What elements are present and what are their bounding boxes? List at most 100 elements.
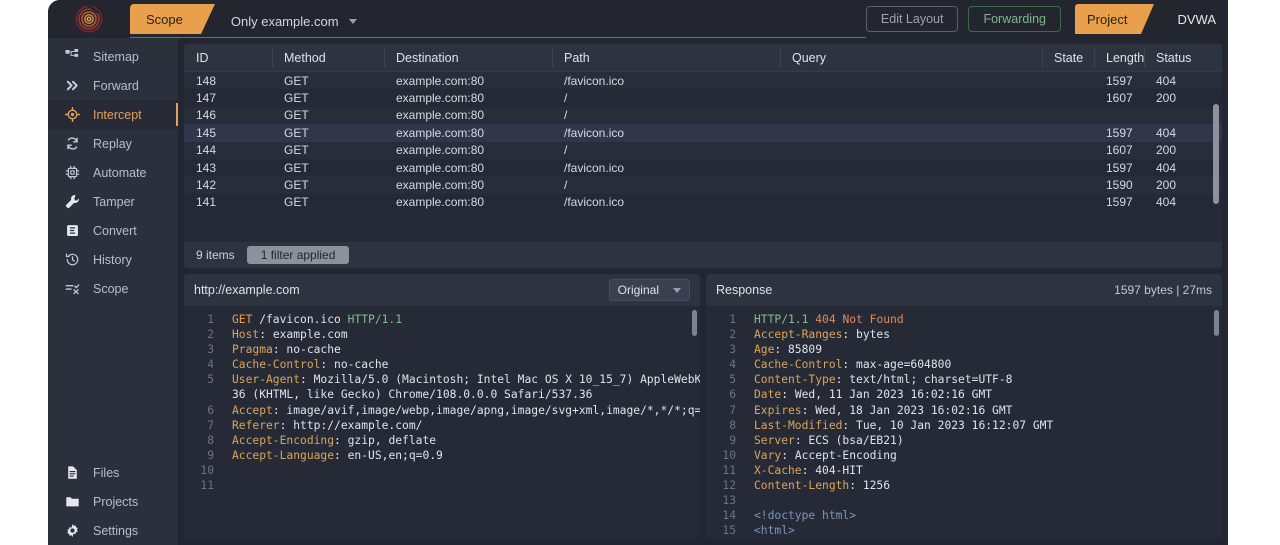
scope-filter-dropdown[interactable]: Only example.com (201, 4, 371, 38)
code-text: User-Agent: Mozilla/5.0 (Macintosh; Inte… (232, 373, 700, 387)
tab-scope[interactable]: Scope (130, 4, 215, 34)
response-title: Response (716, 283, 773, 297)
response-code-viewer[interactable]: 1 HTTP/1.1 404 Not Found 2 Accept-Ranges: b… (706, 306, 1222, 539)
code-line: 16<head> (706, 538, 1222, 539)
sidebar-item-convert[interactable]: Convert (48, 216, 178, 245)
code-text: GET /favicon.ico HTTP/1.1 (232, 313, 403, 326)
sidebar-item-tamper[interactable]: Tamper (48, 187, 178, 216)
sidebar-item-replay[interactable]: Replay (48, 129, 178, 158)
tab-dvwa[interactable]: DVWA (1151, 4, 1228, 34)
cell-destination: example.com:80 (396, 160, 485, 175)
table-row[interactable]: 143 GET example.com:80/favicon.ico 1597 404 (184, 158, 1222, 177)
cell-length: 1597 (1106, 160, 1133, 175)
cell-method: GET (284, 143, 309, 158)
line-number: 10 (722, 448, 736, 462)
table-row[interactable]: 146 GET example.com:80 / (184, 106, 1222, 125)
sidebar-item-label: Intercept (93, 107, 142, 122)
code-text: Server: ECS (bsa/EB21) (754, 433, 904, 447)
sidebar-item-label: Settings (93, 523, 139, 538)
line-number: 14 (722, 509, 736, 523)
table-row[interactable]: 148 GET example.com:80/favicon.ico 1597 404 (184, 72, 1222, 90)
table-vertical-scrollbar[interactable] (1213, 104, 1219, 204)
sidebar-item-scope[interactable]: Scope (48, 274, 178, 303)
sidebar-item-intercept[interactable]: Intercept (48, 100, 178, 129)
request-view-mode-select[interactable]: Original (608, 279, 690, 301)
column-header-method[interactable]: Method (272, 44, 384, 72)
sidebar-item-projects[interactable]: Projects (48, 487, 178, 516)
column-header-id[interactable]: ID (184, 44, 272, 72)
cell-method: GET (284, 195, 309, 210)
code-text: Cache-Control: max-age=604800 (754, 358, 952, 372)
edit-layout-button[interactable]: Edit Layout (865, 6, 959, 32)
filter-applied-chip[interactable]: 1 filter applied (246, 246, 350, 264)
fingerprint-logo-icon (75, 5, 103, 33)
sidebar-item-automate[interactable]: Automate (48, 158, 178, 187)
sitemap-icon (64, 48, 81, 65)
cell-length: 1590 (1106, 178, 1133, 193)
code-line: 15 <html> (706, 523, 1222, 538)
cell-id: 141 (196, 195, 217, 210)
tab-project-label: Project (1087, 11, 1128, 27)
request-code-viewer[interactable]: 1 GET /favicon.ico HTTP/1.1 2 Host: example… (184, 306, 700, 539)
code-line: 1 GET /favicon.ico HTTP/1.1 (184, 312, 700, 327)
code-line: 9 Server: ECS (bsa/EB21) (706, 433, 1222, 448)
item-count-label: 9 items (196, 248, 235, 262)
code-line: 5 User-Agent: Mozilla/5.0 (Macintosh; Int… (184, 372, 700, 387)
line-number: 7 (729, 403, 736, 417)
code-text: Pragma: no-cache (232, 343, 341, 357)
column-header-status[interactable]: Status (1144, 44, 1222, 72)
gear-icon (64, 522, 81, 539)
table-row[interactable]: 147 GET example.com:80 / 1607 200 (184, 89, 1222, 107)
sidebar-item-files[interactable]: Files (48, 458, 178, 487)
code-line: 1 HTTP/1.1 404 Not Found (706, 312, 1222, 327)
cell-method: GET (284, 108, 309, 123)
cell-status: 200 (1156, 143, 1177, 158)
cell-length: 1607 (1106, 91, 1133, 106)
code-text: Referer: http://example.com/ (232, 418, 423, 432)
line-number: 10 (200, 463, 214, 477)
table-row[interactable]: 145 GET example.com:80/favicon.ico 1597 404 (184, 124, 1222, 142)
line-number: 2 (207, 328, 214, 342)
sidebar-item-history[interactable]: History (48, 245, 178, 274)
column-header-destination[interactable]: Destination (384, 44, 552, 72)
folder-icon (64, 493, 81, 510)
code-line: 5 Content-Type: text/html; charset=UTF-8 (706, 372, 1222, 387)
response-meta: 1597 bytes | 27ms (1114, 283, 1212, 297)
table-row[interactable]: 144 GET example.com:80 / 1607 200 (184, 141, 1222, 159)
code-line: 11 (184, 478, 700, 493)
scope-icon (64, 280, 81, 297)
table-body[interactable]: 148 GET example.com:80/favicon.ico 1597 404 1… (184, 72, 1222, 242)
table-row[interactable]: 142 GET example.com:80 / 1590 200 (184, 176, 1222, 194)
request-scrollbar[interactable] (692, 310, 697, 336)
code-text: HTTP/1.1 404 Not Found (754, 313, 904, 326)
code-text: Content-Type: text/html; charset=UTF-8 (754, 373, 1013, 387)
sidebar-item-settings[interactable]: Settings (48, 516, 178, 545)
cell-id: 147 (196, 91, 217, 106)
cell-method: GET (284, 91, 309, 106)
code-text: <head> (746, 538, 795, 539)
code-line: 2 Host: example.com (184, 327, 700, 342)
cell-path: / (564, 91, 568, 106)
response-scrollbar[interactable] (1214, 310, 1219, 336)
tab-project[interactable]: Project (1075, 4, 1156, 34)
wrench-icon (64, 193, 81, 210)
forwarding-button[interactable]: Forwarding (968, 6, 1061, 32)
cell-method: GET (284, 73, 309, 88)
column-header-length[interactable]: Length (1094, 44, 1144, 72)
column-header-query[interactable]: Query (780, 44, 1042, 72)
code-text: Accept: image/avif,image/webp,image/apng… (232, 403, 700, 417)
sidebar-bottom-group: Files Projects Settings (48, 458, 178, 545)
code-text: Age: 85809 (754, 343, 823, 357)
sidebar-item-forward[interactable]: Forward (48, 71, 178, 100)
sidebar-item-sitemap[interactable]: Sitemap (48, 42, 178, 71)
cell-path: /favicon.ico (564, 160, 625, 175)
line-number (184, 387, 224, 402)
sidebar: Sitemap Forward Intercept Replay Automat… (48, 38, 178, 545)
column-header-path[interactable]: Path (552, 44, 780, 72)
line-number: 5 (729, 373, 736, 387)
column-header-state[interactable]: State (1042, 44, 1094, 72)
tabstrip-underline (130, 37, 866, 38)
table-row[interactable]: 141 GET example.com:80/favicon.ico 1597 404 (184, 193, 1222, 212)
code-line: 36 (KHTML, like Gecko) Chrome/108.0.0.0 … (184, 387, 700, 402)
